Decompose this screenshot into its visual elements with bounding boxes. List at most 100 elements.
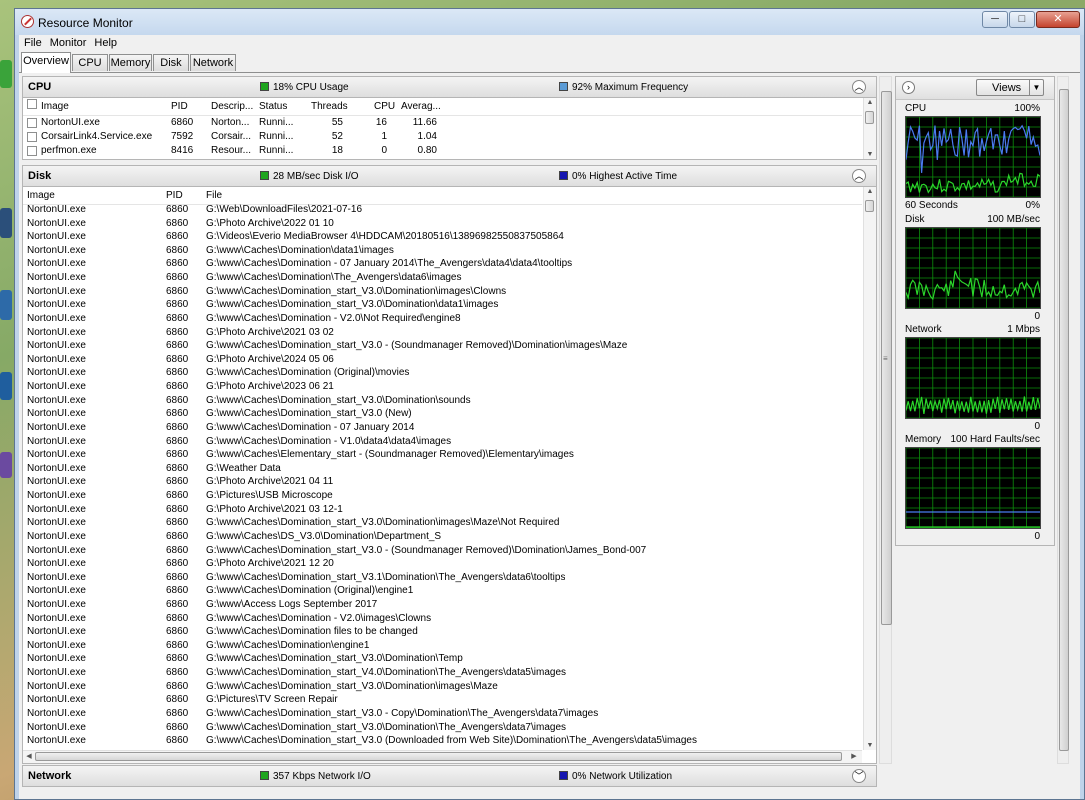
table-row[interactable]: NortonUI.exe 6860 G:\www\Caches\Domination… xyxy=(23,313,862,326)
table-row[interactable]: NortonUI.exe 6860 G:\www\Caches\Domination… xyxy=(23,422,862,435)
minimize-button[interactable]: ─ xyxy=(982,11,1008,28)
col-description[interactable]: Descrip... xyxy=(211,101,253,112)
table-row[interactable]: NortonUI.exe 6860 G:\www\Caches\Domination… xyxy=(23,258,862,271)
col-threads[interactable]: Threads xyxy=(311,101,348,112)
title-bar[interactable]: Resource Monitor ─ □ ✕ xyxy=(15,9,1084,35)
table-row[interactable]: NortonUI.exe 6860 G:\www\Caches\Domination… xyxy=(23,545,862,558)
menu-monitor[interactable]: Monitor xyxy=(47,35,90,49)
maximize-button[interactable]: □ xyxy=(1009,11,1035,28)
table-row[interactable]: NortonUI.exe 6860 G:\Photo Archive\2024 05… xyxy=(23,354,862,367)
tab-bar: Overview CPU Memory Disk Network xyxy=(19,52,1080,73)
table-row[interactable]: NortonUI.exe 6860 G:\www\Caches\Domination… xyxy=(23,722,862,735)
graph-pane-scroll-thumb[interactable] xyxy=(1059,89,1069,751)
tab-network[interactable]: Network xyxy=(190,54,236,71)
network-expand-chevron-icon[interactable]: ﹀ xyxy=(852,769,866,783)
table-row[interactable]: NortonUI.exe 6860 G:\www\Caches\Domination… xyxy=(23,517,862,530)
table-row[interactable]: NortonUI.exe 6860 G:\www\Access Logs Septe… xyxy=(23,599,862,612)
table-row[interactable]: CorsairLink4.Service.exe 7592 Corsair... Ru… xyxy=(23,131,862,144)
table-row[interactable]: NortonUI.exe 6860 G:\Photo Archive\2022 01… xyxy=(23,218,862,231)
col-image[interactable]: Image xyxy=(41,101,69,112)
col-pid[interactable]: PID xyxy=(171,101,188,112)
table-row[interactable]: NortonUI.exe 6860 G:\www\Caches\Domination… xyxy=(23,626,862,639)
tab-disk[interactable]: Disk xyxy=(153,54,189,71)
table-row[interactable]: NortonUI.exe 6860 G:\www\Caches\Domination… xyxy=(23,613,862,626)
table-row[interactable]: NortonUI.exe 6860 G:\www\Caches\Domination… xyxy=(23,286,862,299)
expand-arrow-icon[interactable]: › xyxy=(902,81,915,94)
cell-file: G:\www\Caches\Domination_start_V3.0\Domi… xyxy=(206,517,560,529)
table-row[interactable]: NortonUI.exe 6860 G:\Weather Data xyxy=(23,463,862,476)
scroll-up-arrow-icon[interactable]: ▲ xyxy=(864,188,876,195)
cpu-usage-stat: 18% CPU Usage xyxy=(260,82,349,93)
disk-table-scrollbar[interactable]: ▲ ▼ xyxy=(863,187,876,750)
table-row[interactable]: NortonUI.exe 6860 G:\www\Caches\Domination… xyxy=(23,667,862,680)
scroll-down-arrow-icon[interactable]: ▼ xyxy=(864,151,876,158)
left-pane-scrollbar[interactable]: ≡ xyxy=(879,76,892,764)
table-row[interactable]: perfmon.exe 8416 Resour... Runni... 18 0 0.80 xyxy=(23,145,862,158)
cpu-select-all-checkbox[interactable] xyxy=(27,99,37,109)
table-row[interactable]: NortonUI.exe 6860 G:\www\Caches\Domination… xyxy=(23,735,862,748)
table-row[interactable]: NortonUI.exe 6860 G:\Pictures\USB Microsco… xyxy=(23,490,862,503)
scroll-right-arrow-icon[interactable]: ▶ xyxy=(848,752,860,760)
disk-hscroll-thumb[interactable] xyxy=(35,752,842,761)
scroll-up-arrow-icon[interactable]: ▲ xyxy=(864,99,876,106)
cpu-usage-swatch xyxy=(260,82,269,91)
cpu-section-header[interactable]: CPU 18% CPU Usage 92% Maximum Frequency … xyxy=(22,76,877,98)
col-average-cpu[interactable]: Averag... xyxy=(401,101,441,112)
views-dropdown[interactable]: Views ▼ xyxy=(976,79,1044,96)
table-row[interactable]: NortonUI.exe 6860 G:\www\Caches\Domination… xyxy=(23,708,862,721)
graph-pane-scrollbar[interactable] xyxy=(1057,76,1069,764)
row-checkbox[interactable] xyxy=(27,132,37,142)
row-checkbox[interactable] xyxy=(27,146,37,156)
disk-table-hscrollbar[interactable]: ◀ ▶ xyxy=(23,750,862,763)
disk-section-header[interactable]: Disk 28 MB/sec Disk I/O 0% Highest Activ… xyxy=(22,165,877,187)
scroll-down-arrow-icon[interactable]: ▼ xyxy=(864,742,876,749)
cell-file: G:\Photo Archive\2021 03 02 xyxy=(206,326,334,338)
cell-image: NortonUI.exe xyxy=(27,312,86,324)
table-row[interactable]: NortonUI.exe 6860 G:\Photo Archive\2021 03… xyxy=(23,327,862,340)
table-row[interactable]: NortonUI.exe 6860 G:\www\Caches\Domination… xyxy=(23,436,862,449)
table-row[interactable]: NortonUI.exe 6860 G:\www\Caches\Domination… xyxy=(23,572,862,585)
cell-file: G:\www\Caches\Domination_start_V3.0\Domi… xyxy=(206,299,499,311)
col-status[interactable]: Status xyxy=(259,101,287,112)
cpu-table-scrollbar[interactable]: ▲ ▼ xyxy=(863,98,876,159)
table-row[interactable]: NortonUI.exe 6860 G:\www\Caches\Elementary… xyxy=(23,449,862,462)
network-section-header[interactable]: Network 357 Kbps Network I/O 0% Network … xyxy=(22,765,877,787)
disk-scroll-thumb[interactable] xyxy=(865,200,874,212)
table-row[interactable]: NortonUI.exe 6860 G:\www\Caches\Domination… xyxy=(23,681,862,694)
client-area: File Monitor Help Overview CPU Memory Disk… xyxy=(19,35,1080,799)
network-graph-min: 0 xyxy=(1034,421,1040,432)
table-row[interactable]: NortonUI.exe 6860 G:\www\Caches\Domination… xyxy=(23,272,862,285)
table-row[interactable]: NortonUI.exe 6860 G:\Photo Archive\2023 06… xyxy=(23,381,862,394)
scroll-left-arrow-icon[interactable]: ◀ xyxy=(23,752,35,760)
table-row[interactable]: NortonUI.exe 6860 G:\Pictures\TV Screen Re… xyxy=(23,694,862,707)
table-row[interactable]: NortonUI.exe 6860 G:\www\Caches\Domination… xyxy=(23,640,862,653)
cpu-collapse-chevron-icon[interactable]: ︿ xyxy=(852,80,866,94)
table-row[interactable]: NortonUI.exe 6860 G:\Videos\Everio MediaBr… xyxy=(23,231,862,244)
table-row[interactable]: NortonUI.exe 6860 G:\Photo Archive\2021 03… xyxy=(23,504,862,517)
table-row[interactable]: NortonUI.exe 6860 Norton... Runni... 55 16 11.… xyxy=(23,117,862,130)
tab-cpu[interactable]: CPU xyxy=(72,54,108,71)
table-row[interactable]: NortonUI.exe 6860 G:\www\Caches\Domination… xyxy=(23,585,862,598)
table-row[interactable]: NortonUI.exe 6860 G:\www\Caches\Domination… xyxy=(23,395,862,408)
tab-memory[interactable]: Memory xyxy=(109,54,152,71)
table-row[interactable]: NortonUI.exe 6860 G:\www\Caches\DS_V3.0\Do… xyxy=(23,531,862,544)
left-pane-scroll-thumb[interactable]: ≡ xyxy=(881,91,892,625)
tab-overview[interactable]: Overview xyxy=(21,52,71,73)
table-row[interactable]: NortonUI.exe 6860 G:\Photo Archive\2021 12… xyxy=(23,558,862,571)
cell-image: NortonUI.exe xyxy=(27,367,86,379)
cpu-scroll-thumb[interactable] xyxy=(865,111,874,124)
table-row[interactable]: NortonUI.exe 6860 G:\Photo Archive\2021 04… xyxy=(23,476,862,489)
menu-file[interactable]: File xyxy=(21,35,45,49)
table-row[interactable]: NortonUI.exe 6860 G:\www\Caches\Domination… xyxy=(23,408,862,421)
row-checkbox[interactable] xyxy=(27,118,37,128)
close-button[interactable]: ✕ xyxy=(1036,11,1080,28)
menu-help[interactable]: Help xyxy=(91,35,120,49)
table-row[interactable]: NortonUI.exe 6860 G:\Web\DownloadFiles\202… xyxy=(23,204,862,217)
table-row[interactable]: NortonUI.exe 6860 G:\www\Caches\Domination… xyxy=(23,340,862,353)
table-row[interactable]: NortonUI.exe 6860 G:\www\Caches\Domination… xyxy=(23,653,862,666)
table-row[interactable]: NortonUI.exe 6860 G:\www\Caches\Domination… xyxy=(23,245,862,258)
disk-collapse-chevron-icon[interactable]: ︿ xyxy=(852,169,866,183)
table-row[interactable]: NortonUI.exe 6860 G:\www\Caches\Domination… xyxy=(23,299,862,312)
table-row[interactable]: NortonUI.exe 6860 G:\www\Caches\Domination… xyxy=(23,367,862,380)
col-cpu[interactable]: CPU xyxy=(374,101,395,112)
